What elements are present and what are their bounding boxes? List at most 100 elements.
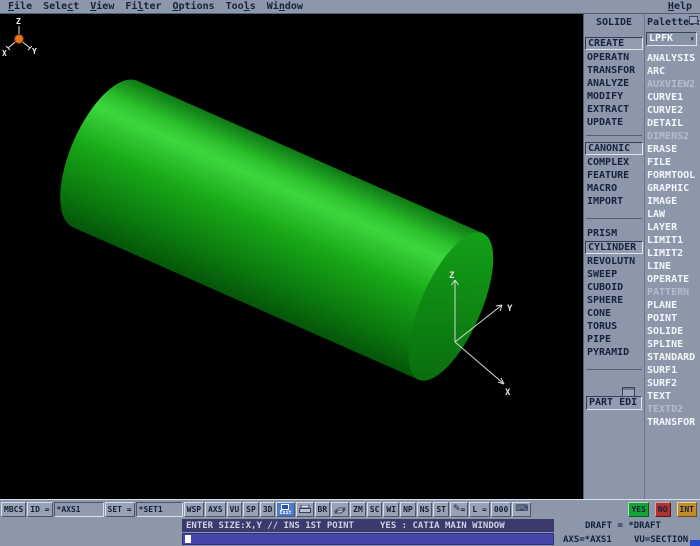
palette-item-solide[interactable]: SOLIDE [645, 325, 700, 338]
no-button[interactable]: NO [655, 502, 671, 517]
vu-button[interactable]: VU [227, 502, 243, 517]
solide-separator [586, 369, 642, 370]
part-edit-button[interactable]: PART EDI [586, 396, 642, 410]
set-button[interactable]: SET = [105, 502, 135, 517]
axs-button[interactable]: AXS [205, 502, 225, 517]
viewport-3d[interactable]: Z Y X Z X Y [0, 14, 583, 499]
palette-item-layer[interactable]: LAYER [645, 221, 700, 234]
palette-item-image[interactable]: IMAGE [645, 195, 700, 208]
solide-item-update[interactable]: UPDATE [584, 116, 644, 129]
mbcs-button[interactable]: MBCS [1, 502, 26, 517]
line-type-button[interactable]: ✎= [450, 502, 468, 517]
palette-item-textd2: TEXTD2 [645, 403, 700, 416]
command-input[interactable] [182, 533, 554, 545]
br-button[interactable]: BR [315, 502, 331, 517]
solide-item-import[interactable]: IMPORT [584, 195, 644, 208]
solide-item-prism[interactable]: PRISM [584, 227, 644, 240]
palette-item-curve2[interactable]: CURVE2 [645, 104, 700, 117]
menu-help[interactable]: Help [668, 1, 692, 12]
palette-item-point[interactable]: POINT [645, 312, 700, 325]
palette-selector-value: LPFK [649, 33, 673, 45]
zm-button[interactable]: ZM [350, 502, 366, 517]
palette-item-file[interactable]: FILE [645, 156, 700, 169]
solide-item-cuboid[interactable]: CUBOID [584, 281, 644, 294]
menu-file[interactable]: File [8, 1, 32, 12]
solide-item-pipe[interactable]: PIPE [584, 333, 644, 346]
right-panel: SOLIDE CREATE OPERATN TRANSFOR ANALYZE M… [583, 14, 700, 499]
wsp-button[interactable]: WSP [184, 502, 204, 517]
solide-item-canonic[interactable]: CANONIC [585, 142, 643, 155]
solide-item-analyze[interactable]: ANALYZE [584, 77, 644, 90]
st-button[interactable]: ST [433, 502, 449, 517]
palette-item-analysis[interactable]: ANALYSIS [645, 52, 700, 65]
solide-item-extract[interactable]: EXTRACT [584, 103, 644, 116]
solide-item-feature[interactable]: FEATURE [584, 169, 644, 182]
np-button[interactable]: NP [400, 502, 416, 517]
menu-view[interactable]: View [90, 1, 114, 12]
yes-button[interactable]: YES [628, 502, 648, 517]
menu-select[interactable]: Select [43, 1, 79, 12]
exit-button[interactable]: Exit [276, 502, 294, 517]
prompt-message: ENTER SIZE:X,Y // INS 1ST POINT [186, 521, 354, 531]
layer-000-button[interactable]: 000 [491, 502, 511, 517]
palette-item-operate[interactable]: OPERATE [645, 273, 700, 286]
palette-item-curve1[interactable]: CURVE1 [645, 91, 700, 104]
palette-item-erase[interactable]: ERASE [645, 143, 700, 156]
sp-button[interactable]: SP [243, 502, 259, 517]
message-strip: ENTER SIZE:X,Y // INS 1ST POINT YES : CA… [182, 519, 554, 532]
window-mini-icon[interactable] [622, 387, 635, 397]
menu-bar: File Select View Filter Options Tools Wi… [0, 0, 700, 14]
solide-item-sweep[interactable]: SWEEP [584, 268, 644, 281]
palette-item-limit2[interactable]: LIMIT2 [645, 247, 700, 260]
solide-item-create[interactable]: CREATE [585, 37, 643, 50]
palette-item-law[interactable]: LAW [645, 208, 700, 221]
stack-icon [334, 505, 346, 514]
solide-item-cone[interactable]: CONE [584, 307, 644, 320]
answer-buttons: YES NO INT [628, 502, 699, 517]
palette-item-surf2[interactable]: SURF2 [645, 377, 700, 390]
palette-item-graphic[interactable]: GRAPHIC [645, 182, 700, 195]
solide-item-transfor[interactable]: TRANSFOR [584, 64, 644, 77]
palette-item-standard[interactable]: STANDARD [645, 351, 700, 364]
ns-button[interactable]: NS [417, 502, 433, 517]
3d-button[interactable]: 3D [260, 502, 276, 517]
solide-item-macro[interactable]: MACRO [584, 182, 644, 195]
palette-item-formtool[interactable]: FORMTOOL [645, 169, 700, 182]
axis-x-label: X [505, 388, 511, 398]
id-value-field[interactable]: *AXS1 [54, 502, 104, 517]
solide-item-torus[interactable]: TORUS [584, 320, 644, 333]
id-button[interactable]: ID = [27, 502, 52, 517]
plot-button[interactable] [296, 502, 314, 517]
menu-options[interactable]: Options [172, 1, 214, 12]
set-value-field[interactable]: *SET1 [136, 502, 183, 517]
solide-item-pyramid[interactable]: PYRAMID [584, 346, 644, 359]
palette-item-transfor[interactable]: TRANSFOR [645, 416, 700, 429]
solide-item-sphere[interactable]: SPHERE [584, 294, 644, 307]
solide-item-revolutn[interactable]: REVOLUTN [584, 255, 644, 268]
shade-button[interactable] [331, 502, 349, 517]
wi-button[interactable]: WI [383, 502, 399, 517]
solide-item-complex[interactable]: COMPLEX [584, 156, 644, 169]
palette-item-detail[interactable]: DETAIL [645, 117, 700, 130]
line-weight-button[interactable]: L = [469, 502, 489, 517]
palette-item-surf1[interactable]: SURF1 [645, 364, 700, 377]
palette-item-plane[interactable]: PLANE [645, 299, 700, 312]
panel-corner-icon[interactable] [689, 16, 698, 24]
palette-item-spline[interactable]: SPLINE [645, 338, 700, 351]
int-button[interactable]: INT [677, 502, 697, 517]
chevron-down-icon: ▾ [690, 33, 694, 45]
sc-button[interactable]: SC [367, 502, 383, 517]
solide-item-operatn[interactable]: OPERATN [584, 51, 644, 64]
solide-item-cylinder[interactable]: CYLINDER [585, 241, 643, 254]
menu-window[interactable]: Window [267, 1, 303, 12]
pencil-icon: ✎ [453, 505, 461, 514]
palette-item-text[interactable]: TEXT [645, 390, 700, 403]
palette-selector-dropdown[interactable]: LPFK ▾ [646, 32, 697, 46]
palette-item-line[interactable]: LINE [645, 260, 700, 273]
palette-item-arc[interactable]: ARC [645, 65, 700, 78]
solide-item-modify[interactable]: MODIFY [584, 90, 644, 103]
menu-filter[interactable]: Filter [125, 1, 161, 12]
menu-tools[interactable]: Tools [226, 1, 256, 12]
keyboard-button[interactable]: ⌨ [512, 502, 531, 517]
palette-item-limit1[interactable]: LIMIT1 [645, 234, 700, 247]
